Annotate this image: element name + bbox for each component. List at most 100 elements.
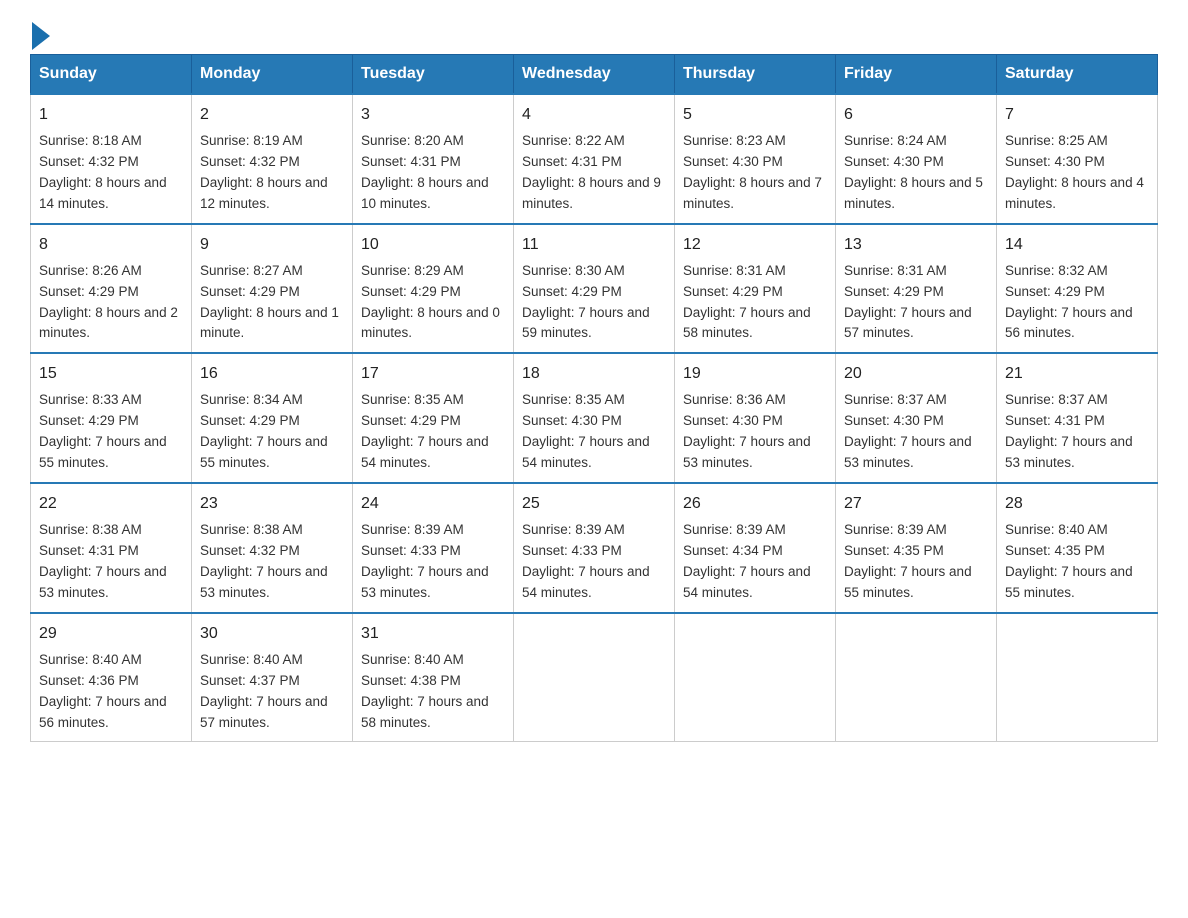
day-number: 19 bbox=[683, 362, 827, 386]
day-number: 1 bbox=[39, 103, 183, 127]
day-number: 5 bbox=[683, 103, 827, 127]
day-info: Sunrise: 8:36 AMSunset: 4:30 PMDaylight:… bbox=[683, 390, 827, 474]
day-cell-31: 31 Sunrise: 8:40 AMSunset: 4:38 PMDaylig… bbox=[353, 613, 514, 742]
day-number: 3 bbox=[361, 103, 505, 127]
day-number: 2 bbox=[200, 103, 344, 127]
weekday-header-row: SundayMondayTuesdayWednesdayThursdayFrid… bbox=[31, 55, 1158, 95]
day-info: Sunrise: 8:31 AMSunset: 4:29 PMDaylight:… bbox=[683, 261, 827, 345]
day-number: 23 bbox=[200, 492, 344, 516]
day-info: Sunrise: 8:23 AMSunset: 4:30 PMDaylight:… bbox=[683, 131, 827, 215]
week-row-5: 29 Sunrise: 8:40 AMSunset: 4:36 PMDaylig… bbox=[31, 613, 1158, 742]
day-cell-16: 16 Sunrise: 8:34 AMSunset: 4:29 PMDaylig… bbox=[192, 353, 353, 483]
day-number: 17 bbox=[361, 362, 505, 386]
day-cell-24: 24 Sunrise: 8:39 AMSunset: 4:33 PMDaylig… bbox=[353, 483, 514, 613]
logo-arrow-icon bbox=[32, 22, 50, 50]
day-cell-23: 23 Sunrise: 8:38 AMSunset: 4:32 PMDaylig… bbox=[192, 483, 353, 613]
day-number: 25 bbox=[522, 492, 666, 516]
day-cell-6: 6 Sunrise: 8:24 AMSunset: 4:30 PMDayligh… bbox=[836, 94, 997, 224]
day-info: Sunrise: 8:35 AMSunset: 4:29 PMDaylight:… bbox=[361, 390, 505, 474]
day-info: Sunrise: 8:26 AMSunset: 4:29 PMDaylight:… bbox=[39, 261, 183, 345]
week-row-2: 8 Sunrise: 8:26 AMSunset: 4:29 PMDayligh… bbox=[31, 224, 1158, 354]
day-cell-26: 26 Sunrise: 8:39 AMSunset: 4:34 PMDaylig… bbox=[675, 483, 836, 613]
weekday-header-thursday: Thursday bbox=[675, 55, 836, 95]
day-info: Sunrise: 8:39 AMSunset: 4:34 PMDaylight:… bbox=[683, 520, 827, 604]
day-info: Sunrise: 8:18 AMSunset: 4:32 PMDaylight:… bbox=[39, 131, 183, 215]
day-number: 31 bbox=[361, 622, 505, 646]
day-number: 15 bbox=[39, 362, 183, 386]
weekday-header-friday: Friday bbox=[836, 55, 997, 95]
day-number: 20 bbox=[844, 362, 988, 386]
weekday-header-monday: Monday bbox=[192, 55, 353, 95]
day-cell-12: 12 Sunrise: 8:31 AMSunset: 4:29 PMDaylig… bbox=[675, 224, 836, 354]
day-number: 16 bbox=[200, 362, 344, 386]
weekday-header-tuesday: Tuesday bbox=[353, 55, 514, 95]
day-number: 29 bbox=[39, 622, 183, 646]
day-info: Sunrise: 8:20 AMSunset: 4:31 PMDaylight:… bbox=[361, 131, 505, 215]
day-number: 14 bbox=[1005, 233, 1149, 257]
empty-cell bbox=[675, 613, 836, 742]
day-number: 8 bbox=[39, 233, 183, 257]
day-cell-9: 9 Sunrise: 8:27 AMSunset: 4:29 PMDayligh… bbox=[192, 224, 353, 354]
day-cell-30: 30 Sunrise: 8:40 AMSunset: 4:37 PMDaylig… bbox=[192, 613, 353, 742]
calendar-table: SundayMondayTuesdayWednesdayThursdayFrid… bbox=[30, 54, 1158, 742]
week-row-1: 1 Sunrise: 8:18 AMSunset: 4:32 PMDayligh… bbox=[31, 94, 1158, 224]
day-number: 6 bbox=[844, 103, 988, 127]
day-number: 26 bbox=[683, 492, 827, 516]
day-info: Sunrise: 8:39 AMSunset: 4:35 PMDaylight:… bbox=[844, 520, 988, 604]
day-cell-5: 5 Sunrise: 8:23 AMSunset: 4:30 PMDayligh… bbox=[675, 94, 836, 224]
day-cell-27: 27 Sunrise: 8:39 AMSunset: 4:35 PMDaylig… bbox=[836, 483, 997, 613]
day-cell-11: 11 Sunrise: 8:30 AMSunset: 4:29 PMDaylig… bbox=[514, 224, 675, 354]
day-number: 30 bbox=[200, 622, 344, 646]
day-number: 7 bbox=[1005, 103, 1149, 127]
day-cell-14: 14 Sunrise: 8:32 AMSunset: 4:29 PMDaylig… bbox=[997, 224, 1158, 354]
day-number: 28 bbox=[1005, 492, 1149, 516]
day-number: 11 bbox=[522, 233, 666, 257]
empty-cell bbox=[514, 613, 675, 742]
day-cell-4: 4 Sunrise: 8:22 AMSunset: 4:31 PMDayligh… bbox=[514, 94, 675, 224]
weekday-header-wednesday: Wednesday bbox=[514, 55, 675, 95]
day-number: 27 bbox=[844, 492, 988, 516]
day-cell-1: 1 Sunrise: 8:18 AMSunset: 4:32 PMDayligh… bbox=[31, 94, 192, 224]
day-info: Sunrise: 8:31 AMSunset: 4:29 PMDaylight:… bbox=[844, 261, 988, 345]
day-info: Sunrise: 8:34 AMSunset: 4:29 PMDaylight:… bbox=[200, 390, 344, 474]
day-cell-28: 28 Sunrise: 8:40 AMSunset: 4:35 PMDaylig… bbox=[997, 483, 1158, 613]
day-info: Sunrise: 8:35 AMSunset: 4:30 PMDaylight:… bbox=[522, 390, 666, 474]
day-cell-21: 21 Sunrise: 8:37 AMSunset: 4:31 PMDaylig… bbox=[997, 353, 1158, 483]
day-cell-10: 10 Sunrise: 8:29 AMSunset: 4:29 PMDaylig… bbox=[353, 224, 514, 354]
day-cell-3: 3 Sunrise: 8:20 AMSunset: 4:31 PMDayligh… bbox=[353, 94, 514, 224]
day-info: Sunrise: 8:37 AMSunset: 4:30 PMDaylight:… bbox=[844, 390, 988, 474]
day-cell-19: 19 Sunrise: 8:36 AMSunset: 4:30 PMDaylig… bbox=[675, 353, 836, 483]
day-number: 9 bbox=[200, 233, 344, 257]
day-cell-22: 22 Sunrise: 8:38 AMSunset: 4:31 PMDaylig… bbox=[31, 483, 192, 613]
day-cell-13: 13 Sunrise: 8:31 AMSunset: 4:29 PMDaylig… bbox=[836, 224, 997, 354]
day-info: Sunrise: 8:27 AMSunset: 4:29 PMDaylight:… bbox=[200, 261, 344, 345]
day-info: Sunrise: 8:32 AMSunset: 4:29 PMDaylight:… bbox=[1005, 261, 1149, 345]
day-info: Sunrise: 8:38 AMSunset: 4:32 PMDaylight:… bbox=[200, 520, 344, 604]
day-cell-17: 17 Sunrise: 8:35 AMSunset: 4:29 PMDaylig… bbox=[353, 353, 514, 483]
day-info: Sunrise: 8:39 AMSunset: 4:33 PMDaylight:… bbox=[361, 520, 505, 604]
week-row-3: 15 Sunrise: 8:33 AMSunset: 4:29 PMDaylig… bbox=[31, 353, 1158, 483]
day-info: Sunrise: 8:40 AMSunset: 4:36 PMDaylight:… bbox=[39, 650, 183, 734]
day-cell-8: 8 Sunrise: 8:26 AMSunset: 4:29 PMDayligh… bbox=[31, 224, 192, 354]
day-number: 18 bbox=[522, 362, 666, 386]
day-info: Sunrise: 8:22 AMSunset: 4:31 PMDaylight:… bbox=[522, 131, 666, 215]
day-number: 4 bbox=[522, 103, 666, 127]
day-info: Sunrise: 8:37 AMSunset: 4:31 PMDaylight:… bbox=[1005, 390, 1149, 474]
logo bbox=[30, 20, 50, 44]
day-info: Sunrise: 8:29 AMSunset: 4:29 PMDaylight:… bbox=[361, 261, 505, 345]
empty-cell bbox=[997, 613, 1158, 742]
day-number: 12 bbox=[683, 233, 827, 257]
day-cell-25: 25 Sunrise: 8:39 AMSunset: 4:33 PMDaylig… bbox=[514, 483, 675, 613]
day-cell-15: 15 Sunrise: 8:33 AMSunset: 4:29 PMDaylig… bbox=[31, 353, 192, 483]
day-number: 22 bbox=[39, 492, 183, 516]
day-number: 24 bbox=[361, 492, 505, 516]
day-info: Sunrise: 8:33 AMSunset: 4:29 PMDaylight:… bbox=[39, 390, 183, 474]
weekday-header-saturday: Saturday bbox=[997, 55, 1158, 95]
day-cell-7: 7 Sunrise: 8:25 AMSunset: 4:30 PMDayligh… bbox=[997, 94, 1158, 224]
day-info: Sunrise: 8:40 AMSunset: 4:38 PMDaylight:… bbox=[361, 650, 505, 734]
day-cell-2: 2 Sunrise: 8:19 AMSunset: 4:32 PMDayligh… bbox=[192, 94, 353, 224]
page-header bbox=[30, 20, 1158, 44]
day-info: Sunrise: 8:25 AMSunset: 4:30 PMDaylight:… bbox=[1005, 131, 1149, 215]
day-number: 10 bbox=[361, 233, 505, 257]
day-info: Sunrise: 8:38 AMSunset: 4:31 PMDaylight:… bbox=[39, 520, 183, 604]
